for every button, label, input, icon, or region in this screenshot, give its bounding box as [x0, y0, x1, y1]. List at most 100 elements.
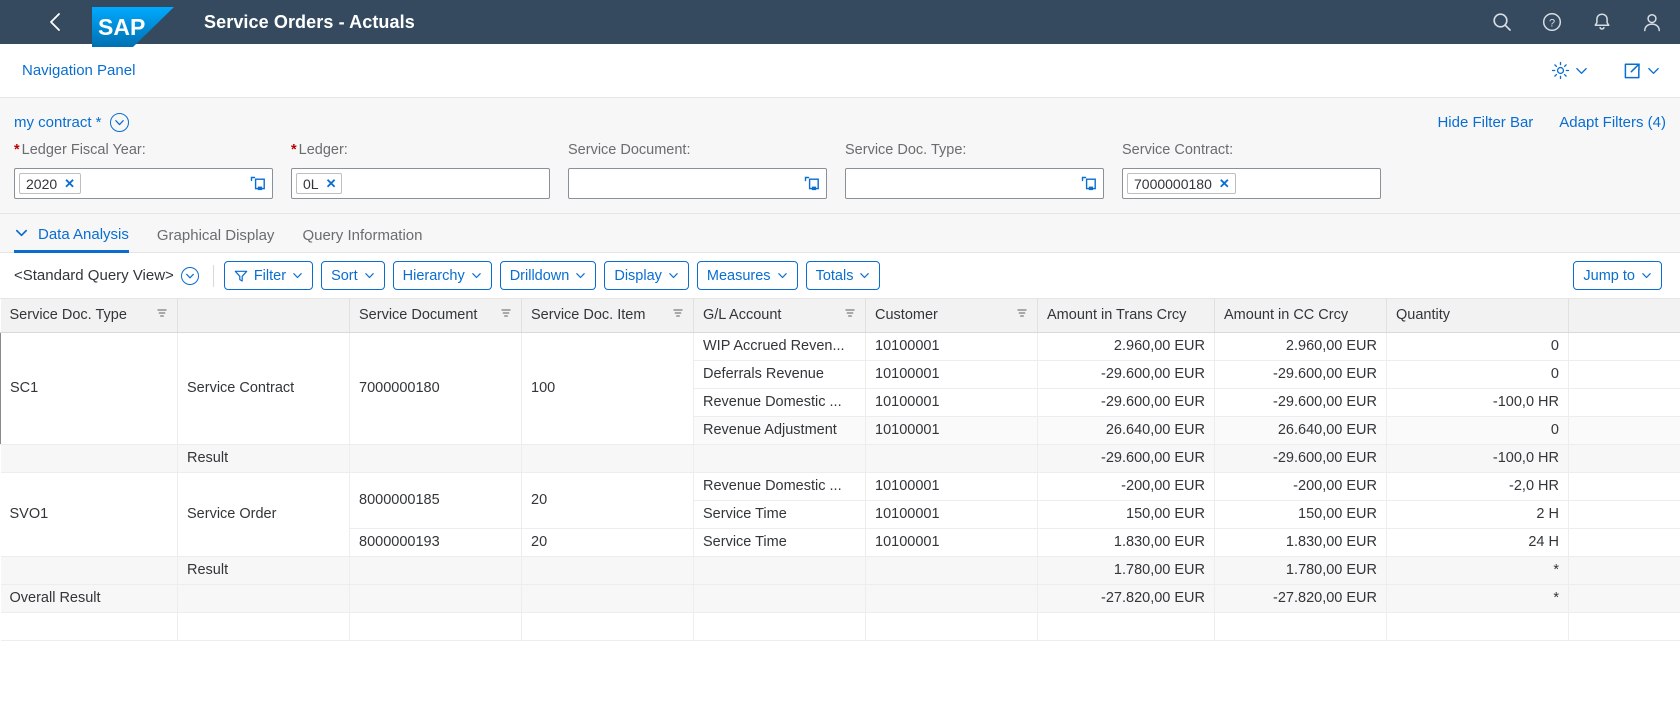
- filter-field-service-document: Service Document:: [568, 142, 845, 199]
- chevron-down-icon: [14, 225, 29, 244]
- service-doc-type-input[interactable]: [845, 168, 1104, 199]
- token-remove-icon[interactable]: ✕: [1219, 177, 1230, 190]
- cell-service-doc-type[interactable]: SC1: [0, 331, 178, 445]
- value-help-icon[interactable]: [250, 176, 266, 192]
- sort-indicator-icon[interactable]: [500, 307, 512, 323]
- sort-indicator-icon[interactable]: [672, 307, 684, 323]
- cell-service-doc-item[interactable]: 100: [521, 332, 694, 445]
- cell-service-document[interactable]: 8000000193: [349, 528, 522, 557]
- chevron-down-icon: [364, 270, 375, 281]
- query-view-label: <Standard Query View>: [14, 267, 174, 284]
- column-header-service-doc-item[interactable]: Service Doc. Item: [521, 299, 694, 333]
- ledger-fiscal-year-input[interactable]: 2020 ✕: [14, 168, 273, 199]
- column-label: Amount in Trans Crcy: [1047, 307, 1187, 324]
- analysis-grid: Service Doc. Type Service Document Servi…: [0, 298, 1680, 641]
- column-header-quantity[interactable]: Quantity: [1386, 299, 1569, 333]
- cell-overall-spacer: [865, 584, 1038, 613]
- user-avatar-icon[interactable]: [1638, 8, 1666, 36]
- value-help-icon[interactable]: [1081, 176, 1097, 192]
- adapt-filters-button[interactable]: Adapt Filters (4): [1559, 114, 1666, 131]
- hierarchy-button[interactable]: Hierarchy: [392, 261, 492, 290]
- filter-token[interactable]: 2020 ✕: [19, 173, 82, 194]
- cell-empty: [693, 612, 866, 641]
- cell-gl-account: Service Time: [693, 500, 866, 529]
- measures-button[interactable]: Measures: [696, 261, 798, 290]
- column-label: Customer: [875, 307, 938, 324]
- filter-label-service-doc-type: Service Doc. Type:: [845, 142, 967, 158]
- button-label: Drilldown: [509, 267, 570, 284]
- notifications-bell-icon[interactable]: [1588, 8, 1616, 36]
- sort-indicator-icon[interactable]: [1016, 307, 1028, 323]
- token-remove-icon[interactable]: ✕: [326, 177, 337, 190]
- column-header-service-doc-type-text[interactable]: [177, 299, 350, 333]
- table-row[interactable]: SC1 Service Contract 7000000180 100 WIP …: [0, 331, 1680, 445]
- tab-data-analysis[interactable]: Data Analysis: [14, 225, 143, 253]
- table-row[interactable]: [0, 612, 1680, 641]
- column-header-amount-cc-crcy[interactable]: Amount in CC Crcy: [1214, 299, 1387, 333]
- value-help-icon[interactable]: [804, 176, 820, 192]
- filter-field-ledger-fiscal-year: * Ledger Fiscal Year: 2020 ✕: [14, 142, 291, 199]
- ledger-input[interactable]: 0L ✕: [291, 168, 550, 199]
- query-view-selector[interactable]: <Standard Query View>: [14, 266, 199, 285]
- column-header-customer[interactable]: Customer: [865, 299, 1038, 333]
- button-label: Sort: [331, 267, 358, 284]
- cell-service-doc-type-text[interactable]: Service Contract: [177, 332, 350, 445]
- filter-button[interactable]: Filter: [223, 261, 314, 290]
- cell-text: WIP Accrued Reven...: [703, 338, 845, 354]
- filter-token[interactable]: 0L ✕: [296, 173, 343, 194]
- chevron-down-icon: [777, 270, 788, 281]
- cell-empty: [521, 612, 694, 641]
- jump-to-button[interactable]: Jump to: [1573, 261, 1662, 290]
- cell-text: Revenue Domestic ...: [703, 478, 842, 494]
- variant-selector[interactable]: my contract *: [14, 112, 129, 132]
- cell-overall-label: Overall Result: [0, 584, 178, 613]
- cell-service-doc-type[interactable]: SVO1: [0, 472, 178, 557]
- column-header-amount-trans-crcy[interactable]: Amount in Trans Crcy: [1037, 299, 1215, 333]
- hide-filter-bar-button[interactable]: Hide Filter Bar: [1437, 114, 1533, 131]
- display-button[interactable]: Display: [604, 261, 689, 290]
- column-header-service-doc-type[interactable]: Service Doc. Type: [0, 299, 178, 333]
- cell-service-doc-item[interactable]: 20: [521, 528, 694, 557]
- tab-graphical-display[interactable]: Graphical Display: [143, 227, 289, 252]
- chevron-down-icon: [1647, 64, 1660, 77]
- filter-token[interactable]: 7000000180 ✕: [1127, 173, 1236, 194]
- cell-service-document[interactable]: 8000000185: [349, 472, 522, 529]
- service-contract-input[interactable]: 7000000180 ✕: [1122, 168, 1381, 199]
- token-remove-icon[interactable]: ✕: [64, 177, 75, 190]
- cell-overall-quantity: *: [1386, 584, 1569, 613]
- cell-service-doc-item[interactable]: 20: [521, 472, 694, 529]
- drilldown-button[interactable]: Drilldown: [499, 261, 597, 290]
- cell-customer: 10100001: [865, 360, 1038, 389]
- cell-overall-spacer: [349, 584, 522, 613]
- column-header-extra[interactable]: [1568, 299, 1680, 333]
- toolbar-separator: [212, 264, 214, 287]
- filter-bar-top-row: my contract * Hide Filter Bar Adapt Filt…: [14, 98, 1666, 142]
- svg-text:SAP: SAP: [98, 14, 145, 40]
- share-menu-button[interactable]: [1622, 61, 1660, 81]
- settings-menu-button[interactable]: [1551, 61, 1588, 80]
- tab-query-information[interactable]: Query Information: [288, 227, 436, 252]
- filter-label-text: Ledger:: [298, 142, 348, 158]
- sort-button[interactable]: Sort: [321, 261, 385, 290]
- cell-result-extra: [1568, 444, 1680, 473]
- table-result-row: Result 1.780,00 EUR 1.780,00 EUR *: [0, 556, 1680, 585]
- sub-header-actions: [1551, 61, 1666, 81]
- help-icon[interactable]: ?: [1538, 8, 1566, 36]
- sort-indicator-icon[interactable]: [844, 307, 856, 323]
- table-row[interactable]: SVO1 Service Order 8000000185 20 Revenue…: [0, 472, 1680, 557]
- sort-indicator-icon[interactable]: [156, 307, 168, 323]
- column-header-service-document[interactable]: Service Document: [349, 299, 522, 333]
- totals-button[interactable]: Totals: [805, 261, 881, 290]
- cell-result-spacer: [865, 444, 1038, 473]
- cell-text: Revenue Adjustment: [703, 422, 837, 438]
- cell-text: Deferrals Revenue: [703, 366, 824, 382]
- column-header-gl-account[interactable]: G/L Account: [693, 299, 866, 333]
- cell-service-document[interactable]: 7000000180: [349, 332, 522, 445]
- search-icon[interactable]: [1488, 8, 1516, 36]
- cell-service-doc-type-text[interactable]: Service Order: [177, 472, 350, 557]
- cell-text: Service Time: [703, 506, 787, 522]
- service-document-input[interactable]: [568, 168, 827, 199]
- navigation-panel-link[interactable]: Navigation Panel: [22, 62, 135, 79]
- back-chevron-icon[interactable]: [40, 7, 70, 37]
- sap-logo[interactable]: SAP: [92, 7, 174, 47]
